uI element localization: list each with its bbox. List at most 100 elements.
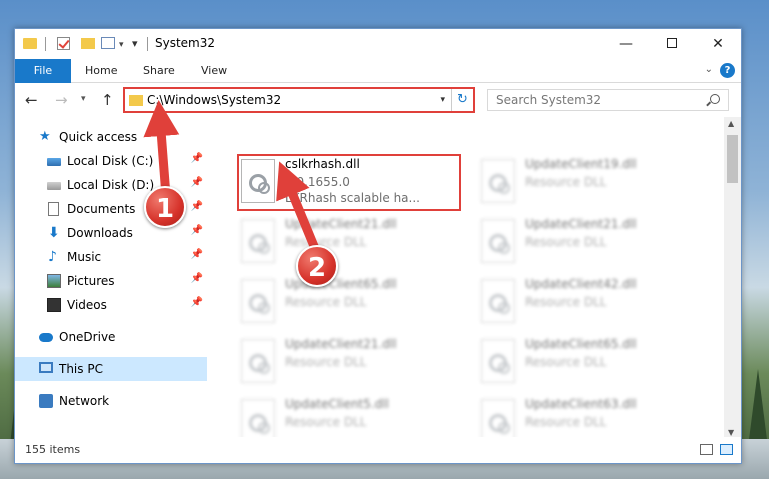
sidebar-item-label: Local Disk (D:) — [67, 178, 155, 192]
ribbon: File Home Share View ⌄ ? — [15, 59, 741, 83]
file-name: UpdateClient21.dll — [285, 337, 397, 351]
scrollbar-thumb[interactable] — [727, 135, 738, 183]
network-icon — [39, 394, 53, 408]
back-button[interactable]: ← — [25, 91, 38, 109]
pin-icon[interactable]: 📌 — [191, 273, 203, 284]
file-name: UpdateClient63.dll — [525, 397, 637, 411]
large-icons-view-icon[interactable] — [720, 444, 733, 455]
file-item[interactable]: UpdateClient65.dll Resource DLL — [475, 335, 705, 391]
pin-icon[interactable]: 📌 — [191, 249, 203, 260]
status-bar: 155 items — [15, 437, 741, 463]
sidebar-item-pictures[interactable]: Pictures 📌 — [15, 269, 207, 293]
search-icon[interactable] — [710, 94, 720, 104]
file-type: Resource DLL — [525, 235, 607, 249]
file-item[interactable]: UpdateClient42.dll Resource DLL — [475, 275, 705, 331]
file-name: UpdateClient65.dll — [525, 337, 637, 351]
address-path[interactable]: C:\Windows\System32 — [147, 93, 281, 107]
dll-file-icon — [241, 279, 275, 323]
drive-icon — [47, 158, 61, 166]
sidebar-item-this-pc[interactable]: This PC — [15, 357, 207, 381]
folder-icon[interactable] — [23, 38, 37, 49]
dll-file-icon — [241, 219, 275, 263]
file-name: UpdateClient21.dll — [525, 217, 637, 231]
navigation-bar: ← → ▾ ↑ C:\Windows\System32 ▾ ↻ Search S… — [15, 84, 741, 116]
file-type: Resource DLL — [285, 355, 367, 369]
recent-locations-icon[interactable]: ▾ — [81, 94, 86, 104]
address-dropdown-icon[interactable]: ▾ — [440, 95, 445, 105]
pin-icon[interactable]: 📌 — [191, 225, 203, 236]
sidebar-item-music[interactable]: ♪ Music 📌 — [15, 245, 207, 269]
dll-file-icon — [481, 279, 515, 323]
file-type: Resource DLL — [285, 415, 367, 429]
file-type: Resource DLL — [525, 415, 607, 429]
window-title: System32 — [155, 36, 216, 50]
help-icon[interactable]: ? — [720, 63, 735, 78]
selection-highlight-box — [237, 154, 461, 211]
tab-file[interactable]: File — [15, 59, 71, 83]
sidebar-item-local-disk-c[interactable]: Local Disk (C:) 📌 — [15, 149, 207, 173]
file-item[interactable]: UpdateClient21.dll Resource DLL — [235, 215, 465, 271]
file-type: Resource DLL — [525, 175, 607, 189]
vertical-scrollbar[interactable]: ▲ ▼ — [724, 117, 741, 439]
sidebar-item-label: Pictures — [67, 274, 115, 288]
sidebar-item-label: This PC — [59, 362, 103, 376]
videos-icon — [47, 298, 61, 312]
file-list: cslkrhash.dll 4.0.1655.0 LKRhash scalabl… — [211, 117, 725, 439]
file-type: Resource DLL — [285, 295, 367, 309]
new-folder-icon[interactable] — [81, 38, 95, 49]
drive-icon — [47, 182, 61, 190]
file-type: Resource DLL — [525, 295, 607, 309]
tab-share[interactable]: Share — [133, 59, 185, 83]
sidebar-item-quick-access[interactable]: ★ Quick access — [15, 125, 207, 149]
tab-view[interactable]: View — [191, 59, 237, 83]
properties-check-icon[interactable] — [57, 37, 70, 50]
forward-button[interactable]: → — [55, 91, 68, 109]
close-button[interactable]: ✕ — [695, 29, 741, 59]
sidebar-item-downloads[interactable]: ⬇ Downloads 📌 — [15, 221, 207, 245]
sidebar-item-label: OneDrive — [59, 330, 116, 344]
maximize-button[interactable] — [649, 29, 695, 59]
pin-icon[interactable]: 📌 — [191, 297, 203, 308]
expand-ribbon-icon[interactable]: ⌄ — [705, 64, 713, 75]
sidebar-item-network[interactable]: Network — [15, 389, 207, 413]
sidebar-item-onedrive[interactable]: OneDrive — [15, 325, 207, 349]
chevron-down-icon[interactable]: ▾ — [119, 40, 124, 50]
dll-file-icon — [481, 159, 515, 203]
sidebar-item-label: Local Disk (C:) — [67, 154, 154, 168]
pin-icon[interactable]: 📌 — [191, 201, 203, 212]
item-count: 155 items — [25, 443, 81, 456]
dll-file-icon — [481, 399, 515, 439]
onedrive-icon — [39, 333, 53, 342]
sidebar-item-label: Documents — [67, 202, 136, 216]
file-name: UpdateClient19.dll — [525, 157, 637, 171]
address-bar[interactable]: C:\Windows\System32 ▾ ↻ — [123, 87, 475, 113]
file-explorer-window: ▾ ▾ System32 — ✕ File Home Share View ⌄ … — [14, 28, 742, 464]
scroll-up-icon[interactable]: ▲ — [728, 119, 734, 128]
sidebar-item-videos[interactable]: Videos 📌 — [15, 293, 207, 317]
close-icon: ✕ — [712, 36, 724, 52]
title-bar: ▾ ▾ System32 — ✕ — [15, 29, 741, 59]
folder-icon — [129, 95, 143, 106]
search-input[interactable]: Search System32 — [487, 89, 729, 111]
scroll-down-icon[interactable]: ▼ — [728, 428, 734, 437]
file-item[interactable]: UpdateClient19.dll Resource DLL — [475, 155, 705, 211]
details-view-icon[interactable] — [700, 444, 713, 455]
file-item[interactable]: UpdateClient21.dll Resource DLL — [475, 215, 705, 271]
up-button[interactable]: ↑ — [101, 91, 114, 109]
music-icon: ♪ — [48, 249, 57, 265]
file-item[interactable]: UpdateClient5.dll Resource DLL — [235, 395, 465, 439]
minimize-button[interactable]: — — [603, 29, 649, 59]
file-item[interactable]: UpdateClient21.dll Resource DLL — [235, 335, 465, 391]
pin-icon[interactable]: 📌 — [191, 153, 203, 164]
customize-toolbar-icon[interactable]: ▾ — [132, 37, 138, 50]
refresh-button[interactable]: ↻ — [451, 89, 473, 111]
tab-home[interactable]: Home — [75, 59, 127, 83]
sidebar-item-label: Downloads — [67, 226, 133, 240]
file-item[interactable]: UpdateClient63.dll Resource DLL — [475, 395, 705, 439]
properties-icon[interactable] — [101, 37, 115, 49]
sidebar-item-label: Network — [59, 394, 110, 408]
navigation-pane: ★ Quick access Local Disk (C:) 📌 Local D… — [15, 117, 209, 439]
file-item[interactable]: UpdateClient65.dll Resource DLL — [235, 275, 465, 331]
documents-icon — [48, 202, 59, 216]
pin-icon[interactable]: 📌 — [191, 177, 203, 188]
